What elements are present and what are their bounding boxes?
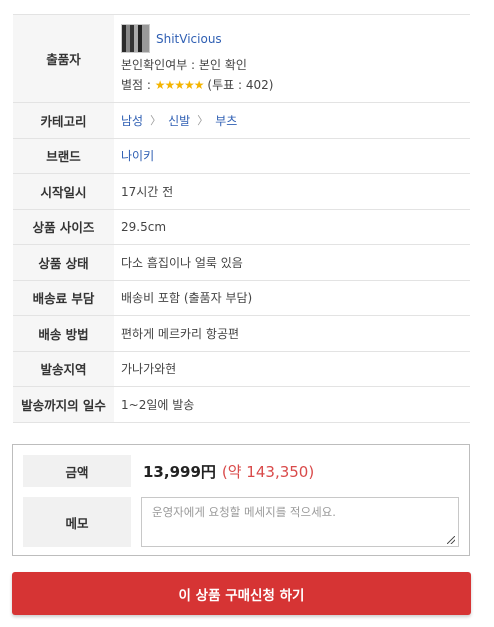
size-row: 상품 사이즈 29.5cm (13, 209, 470, 245)
memo-textarea[interactable] (141, 497, 459, 547)
price-krw: (약 143,350) (221, 462, 315, 481)
shipping-method-label: 배송 방법 (13, 316, 114, 351)
price-value: 13,999円 (약 143,350) (143, 455, 314, 487)
days-to-ship-label: 발송까지의 일수 (13, 387, 114, 422)
seller-info: ShitVicious 본인확인여부 : 본인 확인 별점 : ★★★★★ (투… (114, 15, 470, 102)
category-link-men[interactable]: 남성 (121, 112, 143, 129)
category-row: 카테고리 남성 〉 신발 〉 부츠 (13, 103, 470, 139)
chevron-right-icon: 〉 (150, 114, 162, 128)
shipping-method-row: 배송 방법 편하게 메르카리 항공편 (13, 316, 470, 352)
days-to-ship-row: 발송까지의 일수 1~2일에 발송 (13, 387, 470, 423)
category-label: 카테고리 (13, 103, 114, 138)
condition-value: 다소 흠집이나 얼룩 있음 (121, 255, 243, 270)
seller-row: 출품자 ShitVicious 본인확인여부 : 본인 확인 별점 : ★★★★… (13, 15, 470, 103)
start-time-row: 시작일시 17시간 전 (13, 174, 470, 210)
price-label: 금액 (23, 455, 131, 487)
days-to-ship-value: 1~2일에 발송 (121, 397, 195, 412)
chevron-right-icon: 〉 (197, 114, 209, 128)
ship-from-value: 가나가와현 (121, 362, 177, 377)
brand-label: 브랜드 (13, 138, 114, 173)
start-time-value: 17시간 전 (121, 184, 174, 199)
price-row: 금액 13,999円 (약 143,350) (23, 455, 314, 487)
order-box: 금액 13,999円 (약 143,350) 메모 (12, 444, 470, 556)
seller-rating: 별점 : ★★★★★ (투표 : 402) (121, 76, 273, 93)
category-breadcrumb: 남성 〉 신발 〉 부츠 (114, 103, 470, 138)
memo-row: 메모 (23, 497, 459, 547)
brand-link[interactable]: 나이키 (121, 147, 154, 164)
price-yen: 13,999円 (143, 462, 216, 481)
shipping-fee-row: 배송료 부담 배송비 포함 (출품자 부담) (13, 280, 470, 316)
start-time-label: 시작일시 (13, 174, 114, 209)
purchase-request-button[interactable]: 이 상품 구매신청 하기 (12, 572, 471, 615)
product-info-table: 출품자 ShitVicious 본인확인여부 : 본인 확인 별점 : ★★★★… (13, 14, 470, 423)
category-link-boots[interactable]: 부츠 (215, 112, 237, 129)
seller-verification: 본인확인여부 : 본인 확인 (121, 58, 247, 72)
shipping-fee-label: 배송료 부담 (13, 280, 114, 315)
condition-row: 상품 상태 다소 흠집이나 얼룩 있음 (13, 245, 470, 281)
rating-stars-icon: ★★★★★ (154, 78, 205, 92)
seller-label: 출품자 (13, 15, 114, 102)
brand-row: 브랜드 나이키 (13, 138, 470, 174)
condition-label: 상품 상태 (13, 245, 114, 280)
category-link-shoes[interactable]: 신발 (168, 112, 190, 129)
rating-votes: (투표 : 402) (207, 78, 274, 92)
seller-name-link[interactable]: ShitVicious (156, 32, 222, 46)
seller-header: ShitVicious (121, 24, 222, 53)
ship-from-label: 발송지역 (13, 351, 114, 386)
shipping-method-value: 편하게 메르카리 항공편 (121, 326, 240, 341)
memo-label: 메모 (23, 497, 131, 547)
memo-wrapper (131, 497, 459, 547)
rating-label: 별점 : (121, 78, 155, 92)
seller-avatar[interactable] (121, 24, 150, 53)
size-value: 29.5cm (121, 219, 167, 234)
ship-from-row: 발송지역 가나가와현 (13, 351, 470, 387)
size-label: 상품 사이즈 (13, 209, 114, 244)
shipping-fee-value: 배송비 포함 (출품자 부담) (121, 291, 253, 306)
